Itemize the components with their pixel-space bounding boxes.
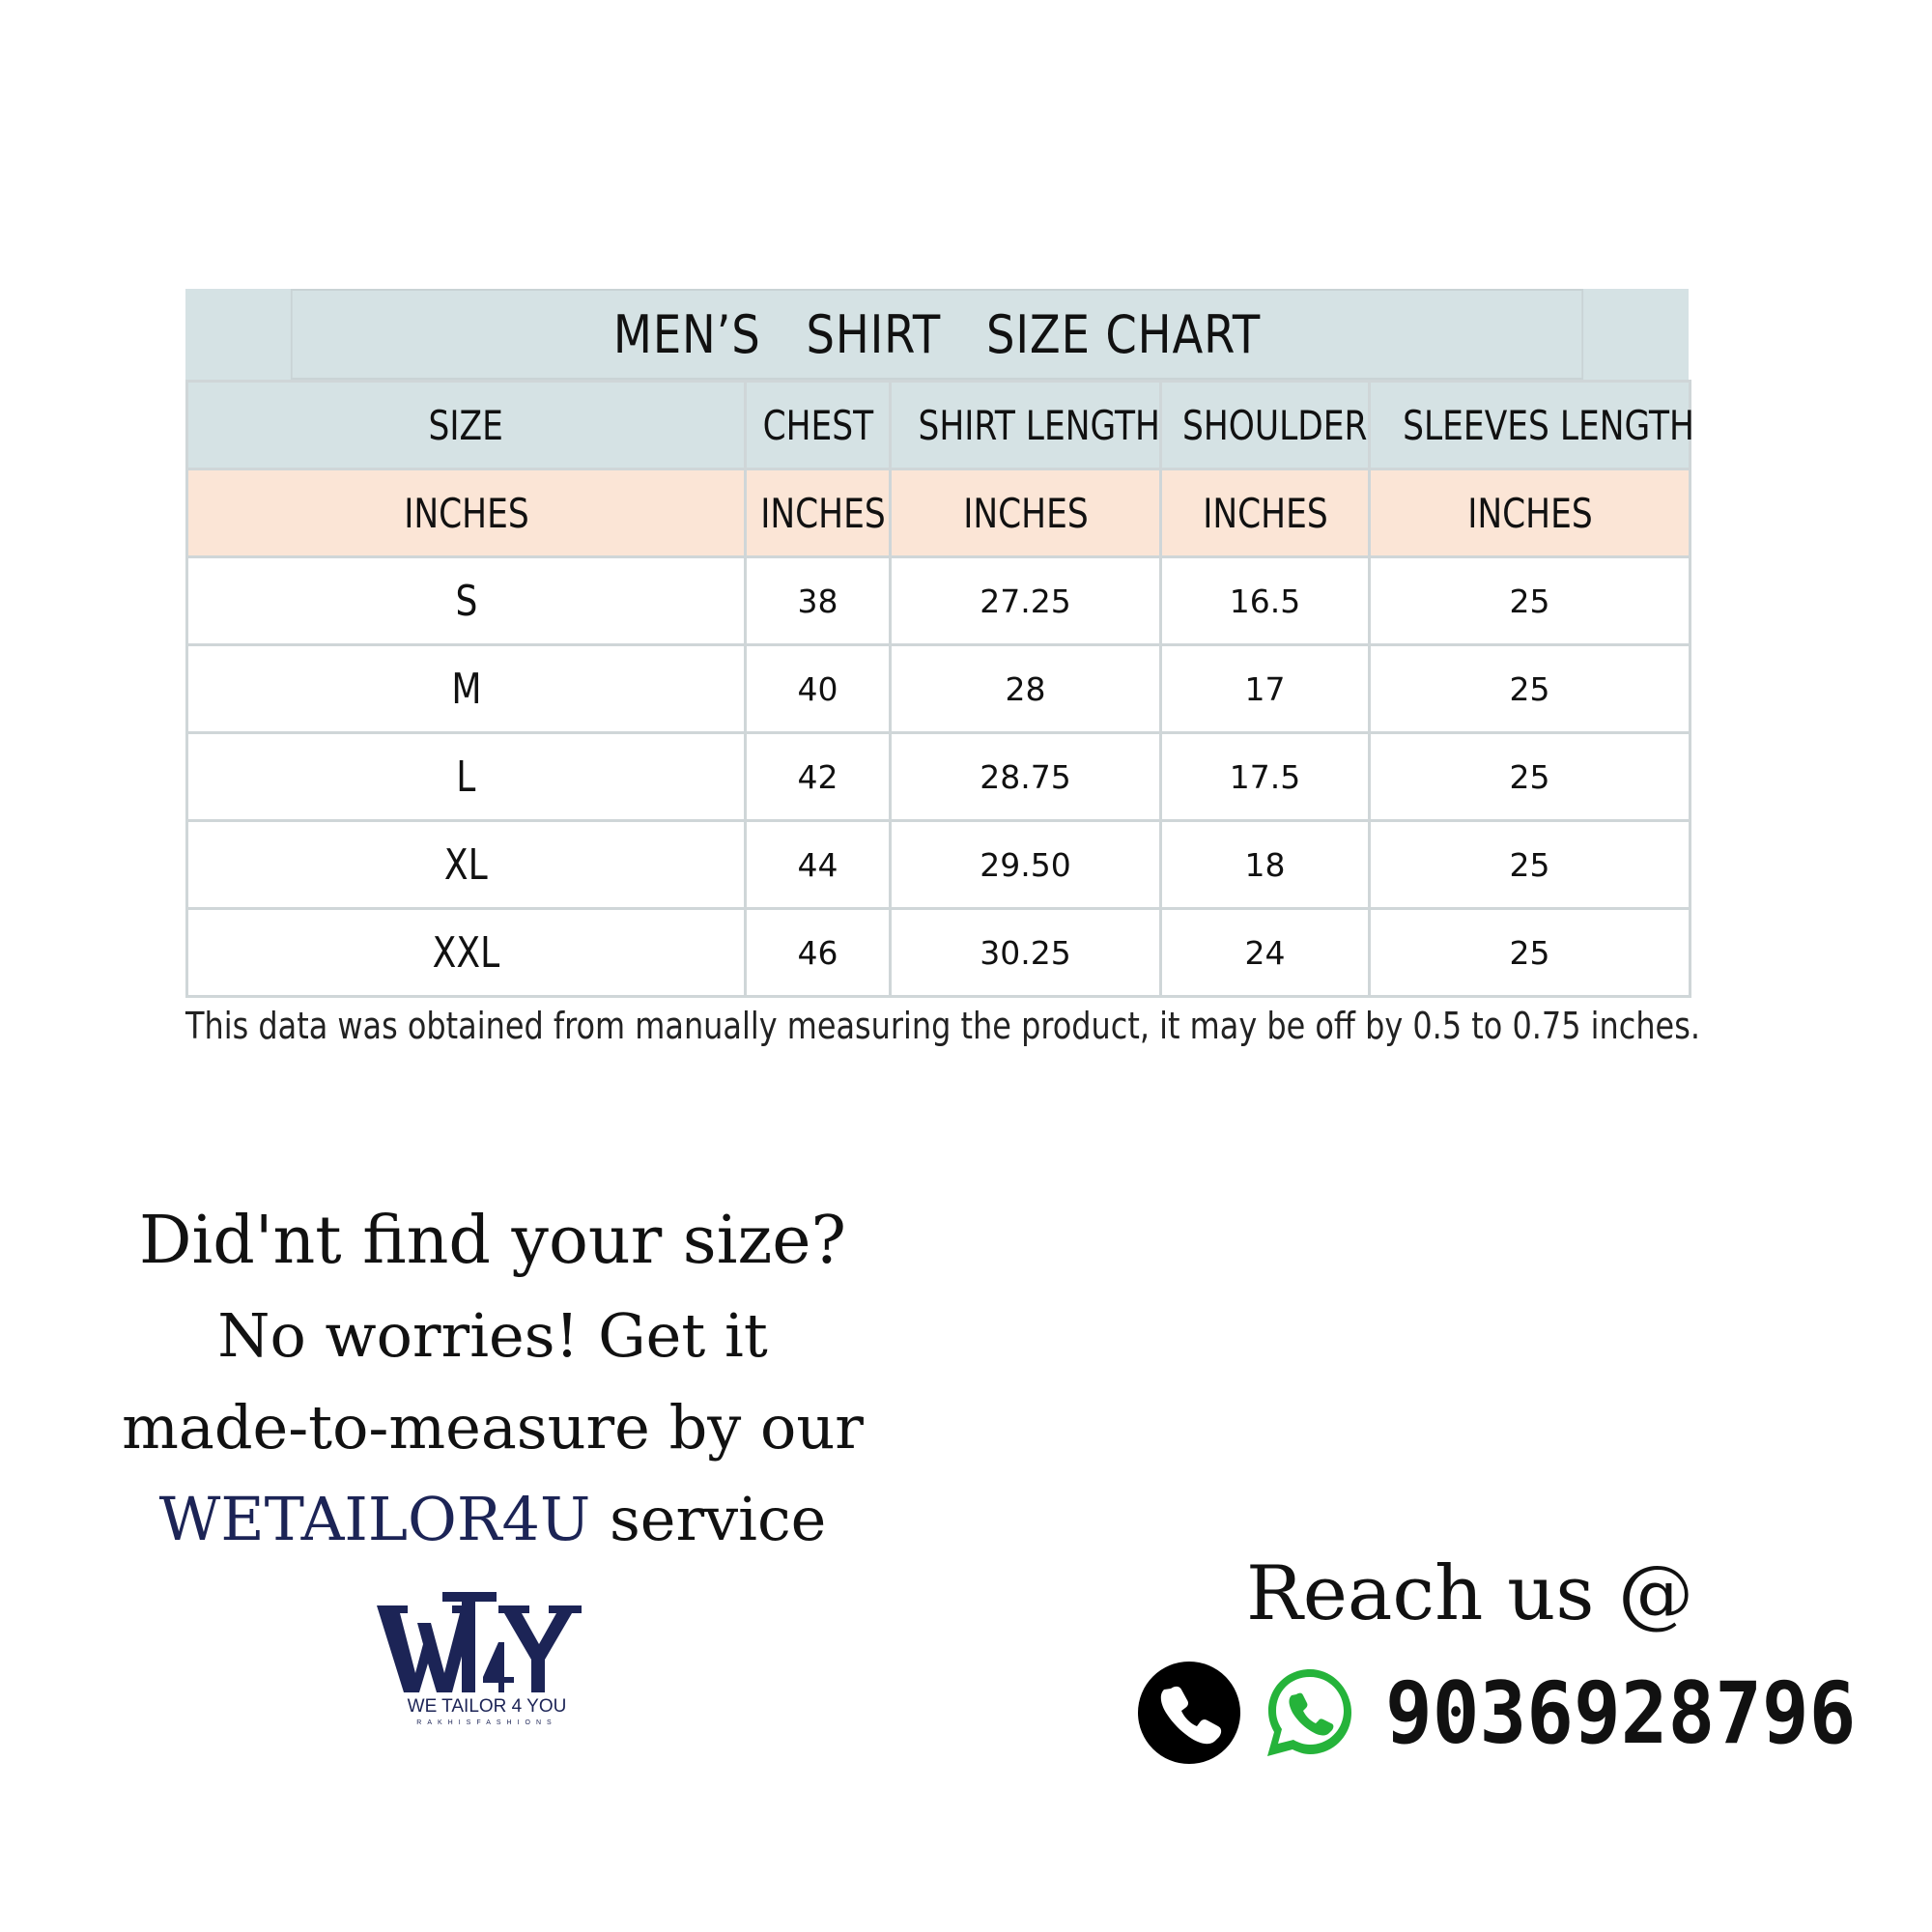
sleeves-length-cell: 25	[1368, 907, 1691, 998]
shirt-length-cell: 29.50	[889, 819, 1162, 910]
shoulder-cell: 16.5	[1159, 555, 1371, 646]
unit-cell: INCHES	[744, 468, 892, 558]
shoulder-cell: 17.5	[1159, 731, 1371, 822]
sleeves-length-cell: 25	[1368, 555, 1691, 646]
shirt-length-cell: 27.25	[889, 555, 1162, 646]
chest-cell: 44	[744, 819, 892, 910]
promo-line: No worries! Get it	[217, 1300, 768, 1371]
logo-sub: RAKHISFASHIONS	[416, 1719, 556, 1726]
table-row: L 42 28.75 17.5 25	[185, 731, 1691, 822]
size-cell: XXL	[185, 907, 747, 998]
sleeves-length-cell: 25	[1368, 819, 1691, 910]
brand-logo: WE TAILOR 4 YOU RAKHISFASHIONS	[375, 1584, 607, 1729]
logo-name: WE TAILOR 4 YOU	[408, 1696, 567, 1717]
shoulder-cell: 24	[1159, 907, 1371, 998]
table-row: XXL 46 30.25 24 25	[185, 907, 1691, 998]
unit-cell: INCHES	[1159, 468, 1371, 558]
unit-cell: INCHES	[889, 468, 1162, 558]
chest-cell: 42	[744, 731, 892, 822]
promo-headline: Did'nt find your size?	[139, 1203, 846, 1279]
promo-text: Did'nt find your size? No worries! Get i…	[97, 1193, 889, 1565]
table-header-row: SIZE CHEST SHIRT LENGTH SHOULDER SLEEVES…	[185, 380, 1694, 470]
size-cell: S	[185, 555, 747, 646]
contact-row: 9036928796	[1138, 1660, 1897, 1766]
size-cell: M	[185, 643, 747, 734]
table-row: M 40 28 17 25	[185, 643, 1691, 734]
promo-suffix: service	[590, 1484, 827, 1554]
promo-line: made-to-measure by our	[122, 1392, 864, 1463]
shirt-length-cell: 28	[889, 643, 1162, 734]
chest-cell: 38	[744, 555, 892, 646]
header-chest: CHEST	[744, 380, 892, 470]
measurement-footnote: This data was obtained from manually mea…	[185, 1005, 1700, 1047]
size-chart-title: MEN’S SHIRT SIZE CHART	[290, 289, 1584, 380]
phone-icon	[1138, 1662, 1240, 1764]
phone-number[interactable]: 9036928796	[1385, 1663, 1856, 1763]
shirt-length-cell: 30.25	[889, 907, 1162, 998]
table-row: S 38 27.25 16.5 25	[185, 555, 1691, 646]
sleeves-length-cell: 25	[1368, 643, 1691, 734]
size-table: SIZE CHEST SHIRT LENGTH SHOULDER SLEEVES…	[185, 380, 1694, 998]
size-chart: MEN’S SHIRT SIZE CHART SIZE CHEST SHIRT …	[185, 289, 1694, 998]
shirt-length-cell: 28.75	[889, 731, 1162, 822]
chest-cell: 40	[744, 643, 892, 734]
whatsapp-icon	[1267, 1669, 1351, 1756]
table-unit-row: INCHES INCHES INCHES INCHES INCHES	[185, 468, 1691, 558]
promo-line: WETAILOR4U service	[97, 1473, 889, 1565]
brand-logo-mark: WE TAILOR 4 YOU RAKHISFASHIONS	[377, 1592, 582, 1726]
chest-cell: 46	[744, 907, 892, 998]
table-row: XL 44 29.50 18 25	[185, 819, 1691, 910]
unit-cell: INCHES	[1368, 468, 1691, 558]
header-shoulder: SHOULDER	[1159, 380, 1371, 470]
size-cell: XL	[185, 819, 747, 910]
header-size: SIZE	[185, 380, 747, 470]
header-shirt-length: SHIRT LENGTH	[889, 380, 1162, 470]
header-sleeves-length: SLEEVES LENGTH	[1368, 380, 1694, 470]
size-chart-title-bar: MEN’S SHIRT SIZE CHART	[185, 289, 1689, 380]
sleeves-length-cell: 25	[1368, 731, 1691, 822]
size-cell: L	[185, 731, 747, 822]
shoulder-cell: 17	[1159, 643, 1371, 734]
reach-us-label: Reach us @	[1246, 1550, 1694, 1637]
brand-name: WETAILOR4U	[158, 1484, 591, 1554]
shoulder-cell: 18	[1159, 819, 1371, 910]
unit-cell: INCHES	[185, 468, 747, 558]
